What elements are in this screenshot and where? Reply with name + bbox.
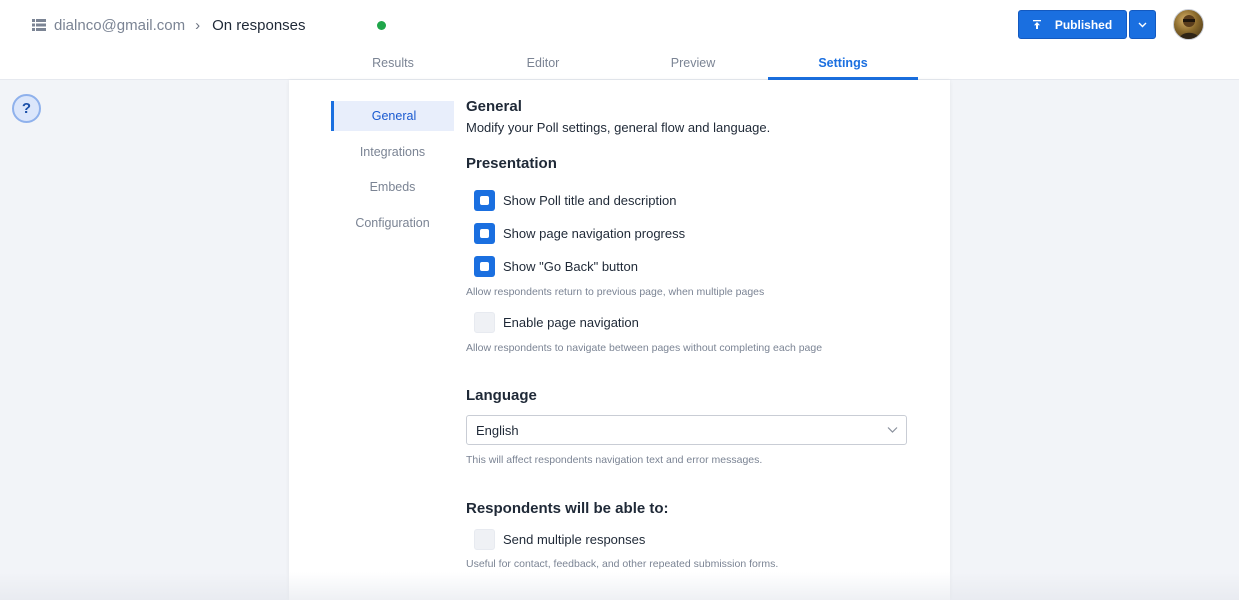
question-mark-icon: ? xyxy=(21,100,32,117)
checkbox-show-progress[interactable] xyxy=(474,222,495,244)
checkbox-show-go-back[interactable] xyxy=(474,255,495,277)
published-label: Published xyxy=(1054,17,1113,32)
sidebar-item-embeds[interactable]: Embeds xyxy=(331,172,454,202)
language-select[interactable]: English xyxy=(466,415,907,445)
tab-results[interactable]: Results xyxy=(318,49,468,80)
tab-settings[interactable]: Settings xyxy=(768,49,918,80)
section-title-respondents: Respondents will be able to: xyxy=(466,500,669,517)
option-show-go-back[interactable]: Show "Go Back" button xyxy=(474,255,638,277)
checkbox-show-title[interactable] xyxy=(474,189,495,211)
option-label: Show page navigation progress xyxy=(503,225,686,241)
status-online-dot xyxy=(377,21,386,30)
navigation-hint: Allow respondents to navigate between pa… xyxy=(466,342,823,354)
option-show-title[interactable]: Show Poll title and description xyxy=(474,189,676,211)
section-title-presentation: Presentation xyxy=(466,155,557,172)
tab-preview[interactable]: Preview xyxy=(618,49,768,80)
chevron-down-icon xyxy=(1138,22,1147,27)
top-header: dialnco@gmail.com › On responses Publish… xyxy=(0,0,1239,80)
list-grid-icon xyxy=(32,19,46,31)
checkbox-multiple-responses[interactable] xyxy=(474,528,495,550)
chevron-right-icon: › xyxy=(195,16,201,34)
section-subtitle: Modify your Poll settings, general flow … xyxy=(466,120,771,135)
option-label: Enable page navigation xyxy=(503,314,639,330)
breadcrumb-account[interactable]: dialnco@gmail.com xyxy=(54,17,185,34)
sidebar-item-configuration[interactable]: Configuration xyxy=(331,208,454,238)
tab-bar: Results Editor Preview Settings xyxy=(318,49,918,80)
option-enable-navigation[interactable]: Enable page navigation xyxy=(474,311,639,333)
sidebar-item-integrations[interactable]: Integrations xyxy=(331,137,454,167)
settings-panel: General Integrations Embeds Configuratio… xyxy=(289,80,950,600)
section-title-language: Language xyxy=(466,387,537,404)
option-label: Show "Go Back" button xyxy=(503,258,638,274)
avatar-person-icon xyxy=(1178,15,1201,39)
sidebar-item-general[interactable]: General xyxy=(331,101,454,131)
option-label: Show Poll title and description xyxy=(503,192,677,208)
option-label: Send multiple responses xyxy=(503,531,646,547)
checkbox-enable-navigation[interactable] xyxy=(474,311,495,333)
settings-sidebar: General Integrations Embeds Configuratio… xyxy=(331,101,454,243)
language-hint: This will affect respondents navigation … xyxy=(466,454,763,466)
breadcrumb-page: On responses xyxy=(212,16,306,34)
section-title-general: General xyxy=(466,98,522,115)
option-multiple-responses[interactable]: Send multiple responses xyxy=(474,528,645,550)
user-avatar[interactable] xyxy=(1173,9,1204,40)
publish-options-button[interactable] xyxy=(1129,10,1156,39)
published-button[interactable]: Published xyxy=(1018,10,1127,39)
publish-upload-icon xyxy=(1032,20,1041,29)
option-show-progress[interactable]: Show page navigation progress xyxy=(474,222,685,244)
tab-editor[interactable]: Editor xyxy=(468,49,618,80)
help-button[interactable]: ? xyxy=(12,94,41,123)
multiple-responses-hint: Useful for contact, feedback, and other … xyxy=(466,558,779,570)
chevron-down-icon xyxy=(887,427,898,433)
language-selected: English xyxy=(476,422,519,438)
breadcrumb: dialnco@gmail.com › On responses xyxy=(32,14,306,36)
go-back-hint: Allow respondents return to previous pag… xyxy=(466,286,765,298)
